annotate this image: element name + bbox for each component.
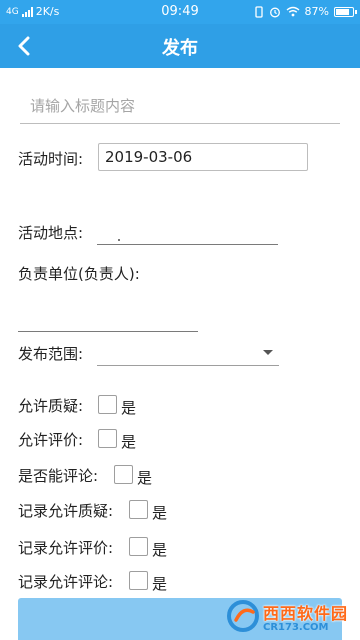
vibrate-icon — [254, 5, 263, 18]
record-allow-comment-label: 记录允许评论: — [18, 573, 114, 591]
record-allow-question-yes: 是 — [152, 504, 168, 522]
page-title: 发布 — [162, 38, 198, 59]
allow-question-label: 允许质疑: — [18, 397, 84, 415]
cursor-dot — [118, 239, 120, 241]
allow-question-yes: 是 — [121, 399, 137, 417]
record-allow-question-label: 记录允许质疑: — [18, 502, 114, 520]
record-allow-comment-yes: 是 — [152, 575, 168, 593]
battery-percent: 87% — [304, 5, 329, 18]
app-header: 发布 — [0, 24, 360, 68]
dropdown-caret-icon — [263, 350, 273, 355]
watermark: 西西软件园 CR173.COM — [226, 598, 348, 634]
watermark-url: CR173.COM — [262, 621, 329, 633]
allow-evaluate-yes: 是 — [121, 433, 137, 451]
can-comment-checkbox[interactable] — [114, 465, 133, 484]
record-allow-evaluate-yes: 是 — [152, 541, 168, 559]
publish-scope-select[interactable] — [97, 338, 279, 366]
battery-icon — [334, 6, 357, 17]
responsible-unit-field[interactable] — [18, 331, 198, 332]
publish-scope-label: 发布范围: — [18, 345, 84, 363]
activity-time-label: 活动时间: — [18, 150, 84, 168]
allow-question-checkbox[interactable] — [98, 395, 117, 414]
watermark-title: 西西软件园 — [262, 603, 348, 623]
watermark-text: 西西软件园 CR173.COM — [263, 600, 348, 633]
activity-time-field[interactable]: 2019-03-06 — [98, 143, 308, 171]
activity-location-label: 活动地点: — [18, 224, 84, 242]
watermark-logo-icon — [226, 600, 259, 632]
responsible-unit-label: 负责单位(负责人): — [18, 265, 140, 283]
record-allow-evaluate-checkbox[interactable] — [129, 537, 148, 556]
record-allow-question-checkbox[interactable] — [129, 500, 148, 519]
record-allow-evaluate-label: 记录允许评价: — [18, 539, 114, 557]
allow-evaluate-label: 允许评价: — [18, 431, 84, 449]
activity-location-field[interactable] — [97, 244, 278, 245]
status-right: 87% — [254, 5, 357, 18]
can-comment-label: 是否能评论: — [18, 467, 99, 485]
can-comment-yes: 是 — [137, 469, 153, 487]
battery-fill — [336, 8, 350, 15]
wifi-icon — [286, 6, 299, 17]
record-allow-comment-checkbox[interactable] — [129, 571, 148, 590]
title-input[interactable] — [20, 88, 340, 124]
allow-evaluate-checkbox[interactable] — [98, 429, 117, 448]
alarm-icon — [269, 7, 280, 17]
status-bar: 4G 2K/s 09:49 87% — [0, 0, 360, 24]
